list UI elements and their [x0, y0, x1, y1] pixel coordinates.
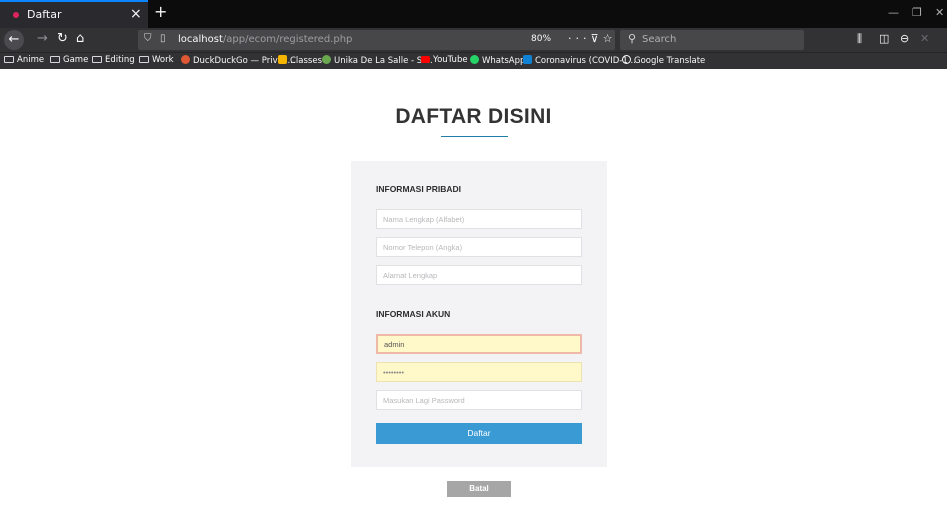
pocket-icon[interactable]: ⊽ [591, 32, 603, 45]
forward-icon[interactable]: → [37, 31, 48, 46]
restore-icon[interactable]: ❐ [912, 6, 922, 19]
folder-icon [50, 56, 60, 63]
bookmark-youtube[interactable]: YouTube [421, 55, 468, 65]
address-field[interactable] [376, 265, 582, 285]
duckduckgo-icon [181, 55, 190, 64]
password-field[interactable] [376, 362, 582, 382]
cancel-button[interactable]: Batal [447, 481, 511, 497]
new-tab-button[interactable]: + [154, 2, 167, 21]
register-button[interactable]: Daftar [376, 423, 582, 444]
reload-icon[interactable]: ↻ [57, 31, 68, 46]
bookmark-whatsapp[interactable]: WhatsApp [470, 55, 525, 66]
search-bar[interactable]: ⚲ Search [620, 30, 804, 50]
bookmark-coronavirus[interactable]: Coronavirus (COVID-1... [523, 55, 636, 66]
youtube-icon [421, 56, 430, 63]
page-actions[interactable]: ···⊽☆ [568, 32, 616, 45]
bookmark-unika[interactable]: Unika De La Salle - Sl... [322, 55, 433, 66]
back-icon[interactable]: ← [4, 30, 24, 50]
whatsapp-icon [470, 55, 479, 64]
url-text[interactable]: localhost/app/ecom/registered.php [178, 34, 352, 45]
personal-info-heading: INFORMASI PRIBADI [376, 184, 461, 194]
search-icon: ⚲ [628, 32, 637, 45]
registration-form: INFORMASI PRIBADI INFORMASI AKUN Daftar [351, 161, 607, 467]
minimize-icon[interactable]: — [888, 6, 899, 19]
favicon-icon [13, 12, 19, 18]
zoom-level[interactable]: 80% [531, 34, 551, 44]
bookmark-anime[interactable]: Anime [4, 55, 44, 65]
extension-icon[interactable]: ✕ [920, 32, 929, 45]
unika-icon [322, 55, 331, 64]
bookmark-google-translate[interactable]: Google Translate [622, 55, 705, 66]
username-field[interactable] [376, 334, 582, 354]
url-bar[interactable]: ⛉ ▯ localhost/app/ecom/registered.php 80… [138, 30, 615, 50]
folder-icon [4, 56, 14, 63]
shield-icon[interactable]: ⛉ [144, 33, 152, 44]
globe-icon [622, 55, 631, 64]
active-tab[interactable]: Daftar × [0, 0, 148, 28]
folder-icon [92, 56, 102, 63]
search-placeholder: Search [642, 34, 677, 45]
tab-strip: Daftar × + — ❐ ✕ [0, 0, 947, 28]
phone-field[interactable] [376, 237, 582, 257]
classroom-icon [278, 55, 287, 64]
bookmark-editing[interactable]: Editing [92, 55, 135, 65]
bookmark-work[interactable]: Work [139, 55, 174, 65]
account-icon[interactable]: ⊖ [900, 32, 909, 45]
bing-icon [523, 55, 532, 64]
account-info-heading: INFORMASI AKUN [376, 309, 451, 319]
folder-icon [139, 56, 149, 63]
title-underline [441, 136, 508, 137]
sidebar-icon[interactable]: ◫ [879, 32, 889, 45]
star-icon[interactable]: ☆ [603, 32, 617, 45]
page-title: DAFTAR DISINI [395, 105, 552, 128]
confirm-password-field[interactable] [376, 390, 582, 410]
tab-close-icon[interactable]: × [130, 6, 142, 22]
bookmark-game[interactable]: Game [50, 55, 88, 65]
home-icon[interactable]: ⌂ [76, 31, 84, 46]
tab-title: Daftar [27, 8, 62, 21]
page-icon[interactable]: ▯ [160, 33, 166, 44]
library-icon[interactable]: ⫼ [857, 32, 862, 46]
bookmark-classes[interactable]: Classes [278, 55, 322, 66]
full-name-field[interactable] [376, 209, 582, 229]
more-icon[interactable]: ··· [568, 32, 591, 45]
navigation-toolbar: ← → ↻ ⌂ ⛉ ▯ localhost/app/ecom/registere… [0, 28, 947, 52]
bookmarks-toolbar: Anime Game Editing Work DuckDuckGo — Pri… [0, 52, 947, 69]
close-icon[interactable]: ✕ [935, 6, 944, 19]
